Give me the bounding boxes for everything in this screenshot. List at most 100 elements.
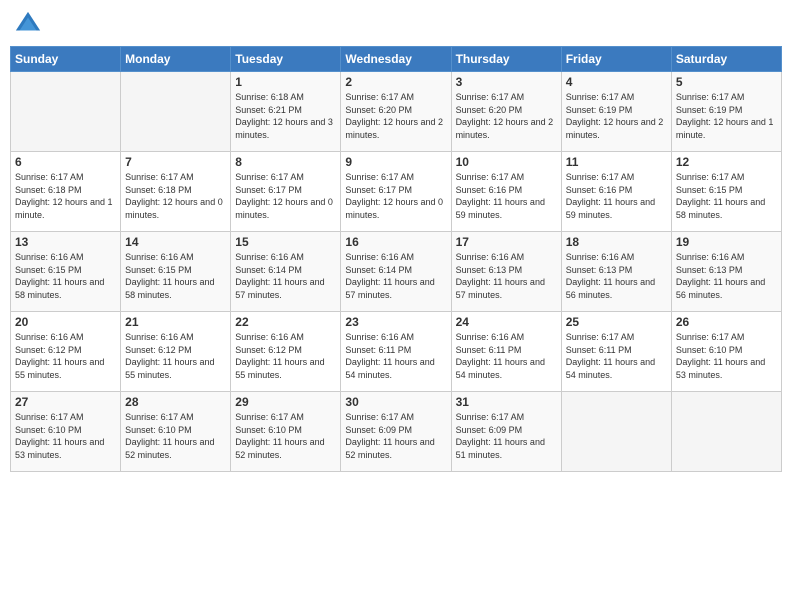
day-number: 21 [125,315,226,329]
calendar-cell: 13 Sunrise: 6:16 AM Sunset: 6:15 PM Dayli… [11,232,121,312]
day-info: Sunrise: 6:17 AM Sunset: 6:09 PM Dayligh… [345,411,446,461]
day-info: Sunrise: 6:16 AM Sunset: 6:12 PM Dayligh… [15,331,116,381]
day-number: 17 [456,235,557,249]
calendar-cell [561,392,671,472]
calendar-cell: 12 Sunrise: 6:17 AM Sunset: 6:15 PM Dayli… [671,152,781,232]
calendar-header-row: SundayMondayTuesdayWednesdayThursdayFrid… [11,47,782,72]
calendar-cell: 6 Sunrise: 6:17 AM Sunset: 6:18 PM Daylig… [11,152,121,232]
calendar-week-1: 1Sunrise: 6:18 AM Sunset: 6:21 PM Daylig… [11,72,782,152]
day-number: 31 [456,395,557,409]
calendar-cell: 9Sunrise: 6:17 AM Sunset: 6:17 PM Daylig… [341,152,451,232]
calendar-cell: 16 Sunrise: 6:16 AM Sunset: 6:14 PM Dayli… [341,232,451,312]
day-info: Sunrise: 6:16 AM Sunset: 6:14 PM Dayligh… [235,251,336,301]
calendar-cell [121,72,231,152]
day-info: Sunrise: 6:17 AM Sunset: 6:16 PM Dayligh… [566,171,667,221]
day-info: Sunrise: 6:17 AM Sunset: 6:18 PM Dayligh… [125,171,226,221]
day-info: Sunrise: 6:17 AM Sunset: 6:11 PM Dayligh… [566,331,667,381]
calendar-week-4: 20 Sunrise: 6:16 AM Sunset: 6:12 PM Dayli… [11,312,782,392]
day-number: 1 [235,75,336,89]
day-info: Sunrise: 6:16 AM Sunset: 6:11 PM Dayligh… [345,331,446,381]
calendar-cell: 4Sunrise: 6:17 AM Sunset: 6:19 PM Daylig… [561,72,671,152]
col-header-friday: Friday [561,47,671,72]
calendar-cell: 29Sunrise: 6:17 AM Sunset: 6:10 PM Dayli… [231,392,341,472]
day-info: Sunrise: 6:17 AM Sunset: 6:19 PM Dayligh… [566,91,667,141]
col-header-wednesday: Wednesday [341,47,451,72]
day-number: 6 [15,155,116,169]
day-number: 3 [456,75,557,89]
logo-icon [14,10,42,38]
day-info: Sunrise: 6:17 AM Sunset: 6:16 PM Dayligh… [456,171,557,221]
calendar-cell: 28 Sunrise: 6:17 AM Sunset: 6:10 PM Dayli… [121,392,231,472]
day-info: Sunrise: 6:17 AM Sunset: 6:10 PM Dayligh… [125,411,226,461]
day-number: 8 [235,155,336,169]
col-header-monday: Monday [121,47,231,72]
col-header-tuesday: Tuesday [231,47,341,72]
calendar-cell: 22Sunrise: 6:16 AM Sunset: 6:12 PM Dayli… [231,312,341,392]
calendar-week-2: 6 Sunrise: 6:17 AM Sunset: 6:18 PM Daylig… [11,152,782,232]
calendar-cell: 11 Sunrise: 6:17 AM Sunset: 6:16 PM Dayli… [561,152,671,232]
calendar-cell: 26 Sunrise: 6:17 AM Sunset: 6:10 PM Dayli… [671,312,781,392]
calendar-cell: 15Sunrise: 6:16 AM Sunset: 6:14 PM Dayli… [231,232,341,312]
day-info: Sunrise: 6:16 AM Sunset: 6:11 PM Dayligh… [456,331,557,381]
day-number: 19 [676,235,777,249]
day-number: 28 [125,395,226,409]
day-number: 23 [345,315,446,329]
calendar-cell: 24 Sunrise: 6:16 AM Sunset: 6:11 PM Dayli… [451,312,561,392]
calendar-cell: 2 Sunrise: 6:17 AM Sunset: 6:20 PM Daylig… [341,72,451,152]
calendar-cell: 7 Sunrise: 6:17 AM Sunset: 6:18 PM Daylig… [121,152,231,232]
header [10,10,782,38]
calendar-cell: 17 Sunrise: 6:16 AM Sunset: 6:13 PM Dayli… [451,232,561,312]
day-number: 9 [345,155,446,169]
day-number: 27 [15,395,116,409]
calendar-cell [11,72,121,152]
day-number: 12 [676,155,777,169]
logo [14,10,46,38]
day-info: Sunrise: 6:17 AM Sunset: 6:20 PM Dayligh… [456,91,557,141]
day-info: Sunrise: 6:16 AM Sunset: 6:14 PM Dayligh… [345,251,446,301]
day-number: 11 [566,155,667,169]
day-number: 20 [15,315,116,329]
calendar-cell: 23 Sunrise: 6:16 AM Sunset: 6:11 PM Dayli… [341,312,451,392]
day-info: Sunrise: 6:17 AM Sunset: 6:10 PM Dayligh… [676,331,777,381]
day-number: 26 [676,315,777,329]
day-info: Sunrise: 6:16 AM Sunset: 6:15 PM Dayligh… [15,251,116,301]
calendar-cell: 31 Sunrise: 6:17 AM Sunset: 6:09 PM Dayli… [451,392,561,472]
day-info: Sunrise: 6:16 AM Sunset: 6:13 PM Dayligh… [566,251,667,301]
calendar-cell: 20 Sunrise: 6:16 AM Sunset: 6:12 PM Dayli… [11,312,121,392]
calendar-cell: 3 Sunrise: 6:17 AM Sunset: 6:20 PM Daylig… [451,72,561,152]
day-number: 30 [345,395,446,409]
day-number: 7 [125,155,226,169]
calendar-cell: 1Sunrise: 6:18 AM Sunset: 6:21 PM Daylig… [231,72,341,152]
day-number: 16 [345,235,446,249]
calendar-cell: 14Sunrise: 6:16 AM Sunset: 6:15 PM Dayli… [121,232,231,312]
calendar-cell: 8 Sunrise: 6:17 AM Sunset: 6:17 PM Daylig… [231,152,341,232]
col-header-thursday: Thursday [451,47,561,72]
calendar-table: SundayMondayTuesdayWednesdayThursdayFrid… [10,46,782,472]
calendar-week-3: 13 Sunrise: 6:16 AM Sunset: 6:15 PM Dayli… [11,232,782,312]
col-header-saturday: Saturday [671,47,781,72]
day-info: Sunrise: 6:17 AM Sunset: 6:20 PM Dayligh… [345,91,446,141]
calendar-cell: 27Sunrise: 6:17 AM Sunset: 6:10 PM Dayli… [11,392,121,472]
day-info: Sunrise: 6:17 AM Sunset: 6:18 PM Dayligh… [15,171,116,221]
calendar-cell: 19Sunrise: 6:16 AM Sunset: 6:13 PM Dayli… [671,232,781,312]
day-info: Sunrise: 6:16 AM Sunset: 6:13 PM Dayligh… [456,251,557,301]
calendar-cell: 18 Sunrise: 6:16 AM Sunset: 6:13 PM Dayli… [561,232,671,312]
day-number: 25 [566,315,667,329]
day-info: Sunrise: 6:16 AM Sunset: 6:15 PM Dayligh… [125,251,226,301]
calendar-cell: 25 Sunrise: 6:17 AM Sunset: 6:11 PM Dayli… [561,312,671,392]
day-number: 24 [456,315,557,329]
day-number: 13 [15,235,116,249]
day-info: Sunrise: 6:17 AM Sunset: 6:15 PM Dayligh… [676,171,777,221]
col-header-sunday: Sunday [11,47,121,72]
calendar-cell: 21Sunrise: 6:16 AM Sunset: 6:12 PM Dayli… [121,312,231,392]
calendar-week-5: 27 Sunrise: 6:17 AM Sunset: 6:10 PM Dayli… [11,392,782,472]
calendar-cell: 10Sunrise: 6:17 AM Sunset: 6:16 PM Dayli… [451,152,561,232]
day-number: 18 [566,235,667,249]
day-number: 2 [345,75,446,89]
calendar-cell: 5Sunrise: 6:17 AM Sunset: 6:19 PM Daylig… [671,72,781,152]
day-info: Sunrise: 6:17 AM Sunset: 6:09 PM Dayligh… [456,411,557,461]
day-info: Sunrise: 6:16 AM Sunset: 6:12 PM Dayligh… [235,331,336,381]
day-number: 29 [235,395,336,409]
day-info: Sunrise: 6:17 AM Sunset: 6:17 PM Dayligh… [235,171,336,221]
calendar-cell: 30 Sunrise: 6:17 AM Sunset: 6:09 PM Dayli… [341,392,451,472]
